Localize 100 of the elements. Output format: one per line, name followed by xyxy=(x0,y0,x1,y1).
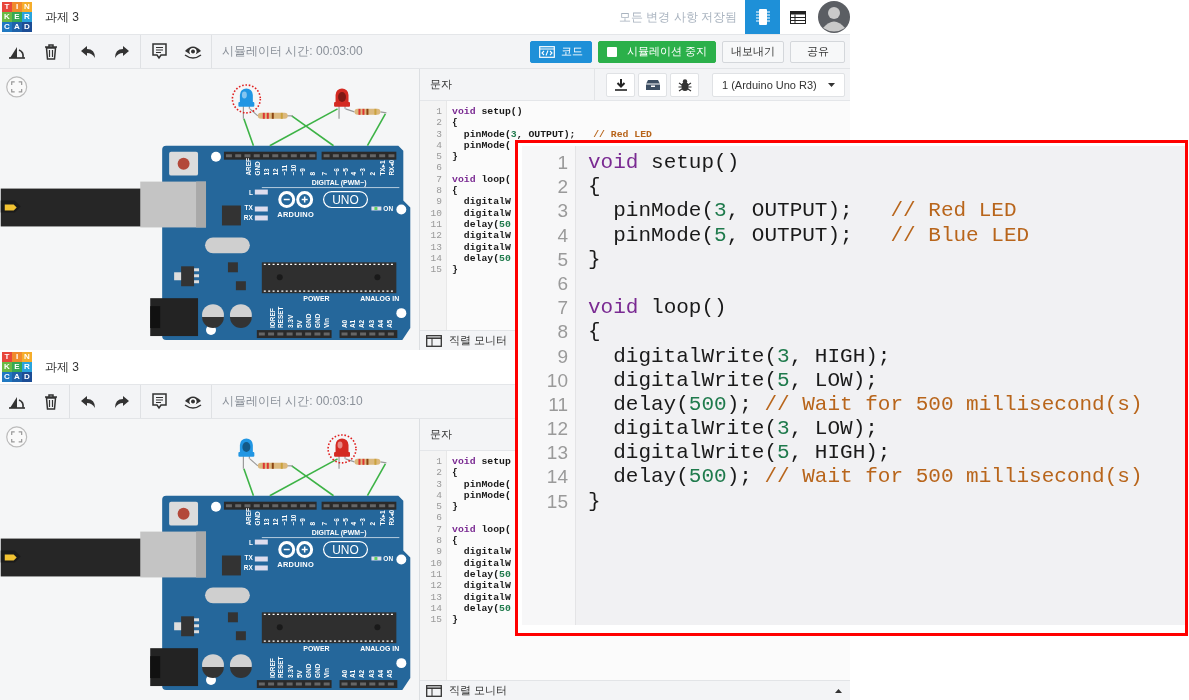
line-number: 6 xyxy=(556,271,569,296)
code-line: } xyxy=(588,247,601,272)
line-number: 2 xyxy=(435,117,443,129)
code-line: pinMode( xyxy=(462,489,511,502)
logo-letter: A xyxy=(12,22,22,32)
redo-icon[interactable] xyxy=(114,44,130,59)
code-line: delay(50 xyxy=(462,252,511,265)
code-line: digitalWrite(5, HIGH); xyxy=(612,441,891,466)
code-icon xyxy=(539,45,556,58)
code-line: digitalW xyxy=(462,557,511,569)
line-number: 14 xyxy=(545,465,569,490)
line-number: 15 xyxy=(429,264,443,276)
logo-letter: A xyxy=(12,372,22,382)
line-number: 5 xyxy=(435,151,443,163)
eye-icon[interactable] xyxy=(184,394,202,409)
code-line: delay(50 xyxy=(462,568,511,581)
line-number: 15 xyxy=(545,489,569,514)
avatar[interactable] xyxy=(818,1,850,33)
line-number: 4 xyxy=(435,139,443,152)
debug-button[interactable] xyxy=(670,72,699,97)
code-line: void loop( xyxy=(452,173,511,186)
editor-mode-label: 문자 xyxy=(430,77,452,92)
resistor-drawing xyxy=(344,108,387,115)
code-line: } xyxy=(588,489,601,514)
wire xyxy=(243,118,255,147)
monitor-icon[interactable] xyxy=(426,684,442,697)
code-line: void loop( xyxy=(452,523,511,536)
board-select[interactable]: 1 (Arduino Uno R3) xyxy=(712,72,845,97)
serial-monitor-label[interactable]: 직렬 모니터 xyxy=(449,683,508,698)
code-line: { xyxy=(452,117,458,129)
logo-letter: R xyxy=(22,12,32,22)
code-line: { xyxy=(452,535,458,547)
code-line: void setup xyxy=(452,456,511,468)
undo-icon[interactable] xyxy=(80,44,96,59)
code-line: digitalW xyxy=(462,207,511,219)
line-number: 14 xyxy=(429,602,443,615)
code-line: { xyxy=(588,320,601,345)
code-line: digitalWrite(5, LOW); xyxy=(612,368,878,393)
logo-letter: D xyxy=(22,22,32,32)
line-number: 8 xyxy=(435,535,443,547)
line-number: 12 xyxy=(429,580,443,592)
line-number: 5 xyxy=(435,501,443,513)
line-number: 6 xyxy=(435,512,443,524)
toolbar-button[interactable]: 공유 xyxy=(790,40,845,63)
toolbar-button[interactable]: 내보내기 xyxy=(722,40,784,63)
logo-letter: N xyxy=(22,352,32,362)
line-number: 15 xyxy=(429,614,443,626)
code-line: void setup() xyxy=(452,106,523,118)
logo-letter: D xyxy=(22,372,32,382)
code-line: pinMode(3, OUTPUT); // Red LED xyxy=(612,199,1017,224)
line-number: 11 xyxy=(429,218,443,231)
line-number: 8 xyxy=(435,185,443,197)
line-number: 6 xyxy=(435,162,443,174)
model-label: UNO xyxy=(332,193,359,207)
code-line: digitalWrite(3, HIGH); xyxy=(612,344,891,369)
line-number: 12 xyxy=(545,417,569,442)
logo-letter: T xyxy=(2,2,12,12)
note-icon[interactable] xyxy=(151,393,167,410)
logo-letter: K xyxy=(2,362,12,372)
save-status: 모든 변경 사항 저장됨 xyxy=(619,8,737,26)
code-line: pinMode(3, OUTPUT); // Red LED xyxy=(462,128,652,140)
undo-icon[interactable] xyxy=(80,394,96,409)
line-number: 10 xyxy=(545,368,569,393)
eye-icon[interactable] xyxy=(184,44,202,59)
line-number: 4 xyxy=(435,489,443,502)
line-number: 7 xyxy=(435,173,443,186)
wire xyxy=(366,113,387,147)
download-button[interactable] xyxy=(606,72,635,97)
caret-icon[interactable] xyxy=(835,688,842,693)
code-line: digitalW xyxy=(462,241,511,253)
logo-letter: N xyxy=(22,2,32,12)
redo-icon[interactable] xyxy=(114,394,130,409)
trash-icon[interactable] xyxy=(44,393,58,410)
line-number: 9 xyxy=(435,196,443,208)
line-number: 9 xyxy=(435,546,443,558)
trash-icon[interactable] xyxy=(44,43,58,60)
caret-icon xyxy=(828,82,835,87)
code-line: { xyxy=(452,467,458,479)
note-icon[interactable] xyxy=(151,43,167,60)
line-number: 1 xyxy=(556,151,569,175)
project-title: 과제 3 xyxy=(45,8,79,26)
serial-monitor-label[interactable]: 직렬 모니터 xyxy=(449,333,508,348)
line-number: 13 xyxy=(429,591,443,603)
code-line: digitalW xyxy=(462,591,511,603)
resistor-drawing xyxy=(344,458,387,465)
code-line: void setup() xyxy=(588,151,740,176)
library-button[interactable] xyxy=(638,72,667,97)
line-number: 13 xyxy=(545,441,569,466)
line-number: 3 xyxy=(435,128,443,140)
editor-mode-label: 문자 xyxy=(430,427,452,442)
logo-letter: I xyxy=(12,352,22,362)
drawer-icon xyxy=(645,78,660,91)
model-label: UNO xyxy=(332,543,359,557)
monitor-icon[interactable] xyxy=(426,334,442,347)
line-number: 3 xyxy=(556,199,569,224)
code-line: } xyxy=(452,151,458,163)
wire xyxy=(366,463,387,497)
code-line: digitalW xyxy=(462,546,511,558)
line-number: 10 xyxy=(429,557,443,569)
line-number: 5 xyxy=(556,247,569,272)
